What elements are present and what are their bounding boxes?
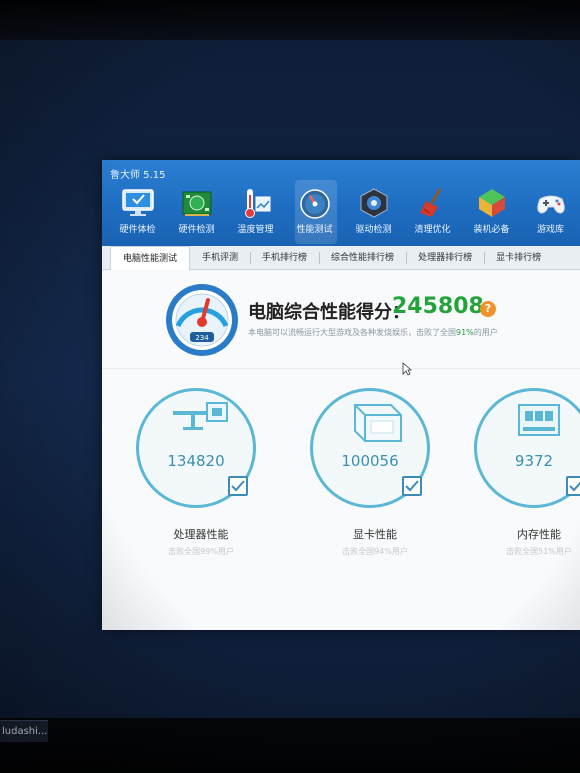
metric-name: 处理器性能 bbox=[173, 528, 229, 541]
tab-phone-review[interactable]: 手机评测 bbox=[190, 246, 250, 270]
toolbar-label: 温度管理 bbox=[237, 225, 274, 235]
total-score: 245808 bbox=[392, 294, 484, 319]
toolbar-label: 硬件检测 bbox=[178, 225, 215, 235]
metric-sub: 击败全国51%用户 bbox=[506, 547, 572, 556]
monitor-bezel-bottom bbox=[0, 718, 580, 773]
score-title: 电脑综合性能得分： bbox=[248, 302, 410, 323]
monitor-chip-icon bbox=[173, 402, 228, 430]
tab-cpu-ranking[interactable]: 处理器排行榜 bbox=[406, 246, 484, 270]
performance-content: 234 电脑综合性能得分： 245808 ? 本电脑可以流畅运行大型游戏及各种发… bbox=[102, 270, 580, 630]
metric-gpu[interactable]: 100056 显卡性能 击败全国94%用户 bbox=[310, 388, 460, 588]
toolbar-label: 驱动检测 bbox=[355, 225, 392, 235]
circuit-board-icon bbox=[179, 186, 215, 220]
tab-pc-performance[interactable]: 电脑性能测试 bbox=[110, 246, 191, 271]
gamepad-icon bbox=[533, 186, 569, 220]
cube-icon bbox=[474, 186, 510, 220]
monitor-bezel-top bbox=[0, 0, 580, 40]
score-desc-suffix: 的用户 bbox=[473, 328, 498, 337]
gauge-readout: 234 bbox=[195, 334, 209, 342]
metric-name: 显卡性能 bbox=[353, 528, 397, 541]
toolbar-item-cleanup[interactable]: 清理优化 bbox=[403, 184, 462, 244]
tab-overall-ranking[interactable]: 综合性能排行榜 bbox=[319, 246, 406, 270]
metric-name: 内存性能 bbox=[517, 528, 561, 541]
toolbar-item-game-library[interactable]: 游戏库 bbox=[521, 184, 580, 244]
score-desc-prefix: 本电脑可以流畅运行大型游戏及各种发烧娱乐，击败了全国 bbox=[248, 328, 456, 337]
graphics-card-icon bbox=[354, 404, 402, 442]
score-description: 本电脑可以流畅运行大型游戏及各种发烧娱乐，击败了全国91%的用户 bbox=[248, 327, 498, 338]
toolbar-item-hardware-checkup[interactable]: 硬件体检 bbox=[108, 184, 167, 244]
metric-value: 9372 bbox=[514, 452, 554, 470]
metric-memory[interactable]: 9372 内存性能 击败全国51%用户 bbox=[474, 388, 580, 588]
tab-gpu-ranking[interactable]: 显卡排行榜 bbox=[484, 246, 553, 270]
main-toolbar: 硬件体检 硬件检测 温度管理 性能测试 驱动检测 清理优化 装机必备 游戏库 bbox=[108, 180, 580, 244]
toolbar-item-hardware-detect[interactable]: 硬件检测 bbox=[167, 184, 226, 244]
check-icon bbox=[228, 476, 248, 496]
toolbar-label: 硬件体检 bbox=[119, 225, 156, 235]
monitor-icon bbox=[120, 186, 156, 220]
taskbar-app-button[interactable]: ludashi.... bbox=[0, 720, 48, 742]
metric-ring bbox=[474, 388, 580, 508]
metric-sub: 击败全国99%用户 bbox=[168, 547, 234, 556]
toolbar-item-temperature[interactable]: 温度管理 bbox=[226, 184, 285, 244]
toolbar-item-driver-detect[interactable]: 驱动检测 bbox=[344, 184, 403, 244]
score-gauge: 234 bbox=[164, 282, 240, 358]
thermometer-icon bbox=[238, 186, 274, 220]
divider bbox=[102, 368, 580, 369]
toolbar-label: 游戏库 bbox=[536, 225, 564, 235]
check-icon bbox=[566, 476, 580, 496]
toolbar-label: 清理优化 bbox=[414, 225, 451, 235]
metric-cpu[interactable]: 134820 处理器性能 击败全国99%用户 bbox=[136, 388, 286, 588]
app-window: 鲁大师 5.15 硬件体检 硬件检测 温度管理 性能测试 驱动检测 清理优化 装… bbox=[102, 160, 580, 630]
metric-value: 100056 bbox=[341, 452, 399, 470]
metric-sub: 击败全国94%用户 bbox=[342, 547, 408, 556]
toolbar-label: 装机必备 bbox=[473, 225, 510, 235]
tab-phone-ranking[interactable]: 手机排行榜 bbox=[250, 246, 319, 270]
speedometer-icon bbox=[297, 186, 333, 220]
metric-value: 134820 bbox=[167, 452, 225, 470]
toolbar-item-performance-test[interactable]: 性能测试 bbox=[285, 180, 344, 244]
mouse-cursor-icon bbox=[402, 362, 412, 376]
app-title: 鲁大师 5.15 bbox=[110, 170, 166, 181]
toolbar-item-essentials[interactable]: 装机必备 bbox=[462, 184, 521, 244]
broom-icon bbox=[415, 186, 451, 220]
check-icon bbox=[402, 476, 422, 496]
score-desc-percent: 91% bbox=[456, 328, 474, 337]
help-icon[interactable]: ? bbox=[480, 301, 496, 317]
toolbar-label: 性能测试 bbox=[296, 225, 333, 235]
gear-shield-icon bbox=[356, 186, 392, 220]
sub-tabs: 电脑性能测试 手机评测 手机排行榜 综合性能排行榜 处理器排行榜 显卡排行榜 bbox=[102, 246, 580, 271]
memory-chip-icon bbox=[518, 404, 560, 436]
title-bar: 鲁大师 5.15 硬件体检 硬件检测 温度管理 性能测试 驱动检测 清理优化 装… bbox=[102, 160, 580, 246]
